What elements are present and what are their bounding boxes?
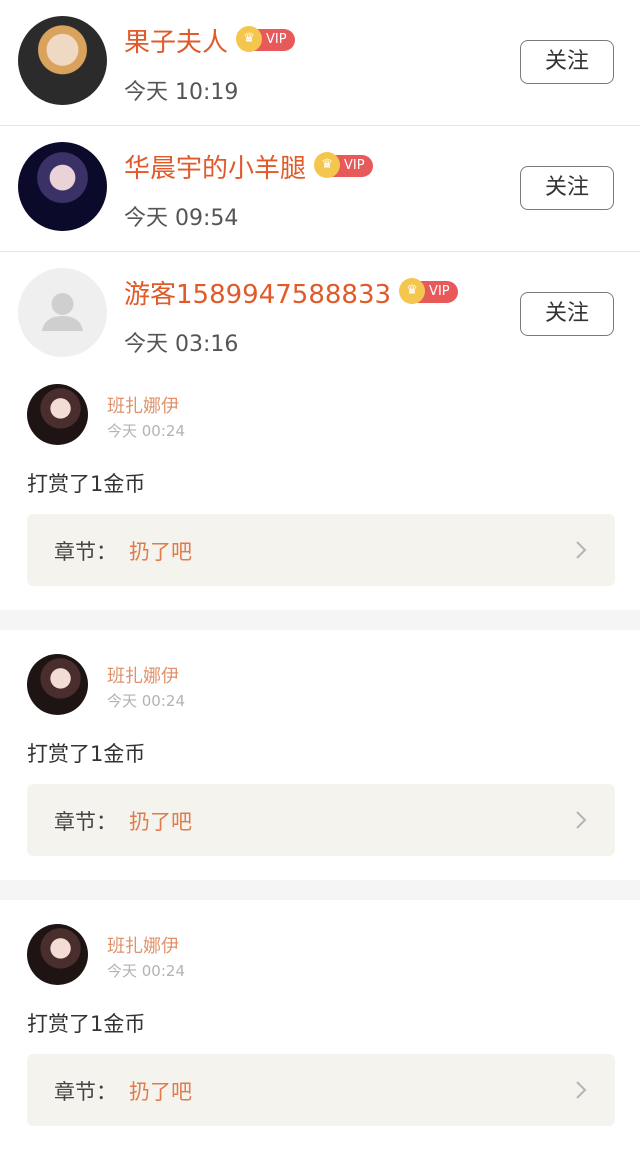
- follow-button[interactable]: 关注: [520, 292, 614, 336]
- username-text: 游客1589947588833: [124, 280, 392, 310]
- avatar[interactable]: [18, 142, 107, 231]
- avatar[interactable]: [18, 16, 107, 105]
- avatar[interactable]: [27, 924, 88, 985]
- username: 华晨宇的小羊腿 ♛ VIP: [124, 148, 373, 185]
- reward-list: 班扎娜伊 今天 00:24 打赏了1金币 章节： 扔了吧 班扎娜伊 今天 00:…: [0, 360, 640, 1150]
- follow-time: 今天 10:19: [124, 80, 239, 105]
- follow-time: 今天 09:54: [124, 206, 239, 231]
- divider: [0, 610, 640, 630]
- follow-time: 今天 03:16: [124, 332, 239, 357]
- username: 游客1589947588833 ♛ VIP: [124, 274, 458, 311]
- username-text: 华晨宇的小羊腿: [124, 154, 307, 184]
- chapter-label: 章节：: [54, 540, 117, 564]
- follower-list: 果子夫人 ♛ VIP 今天 10:19 关注 华晨宇的小羊腿 ♛ VIP 今天 09:5…: [0, 0, 640, 360]
- reward-username[interactable]: 班扎娜伊: [107, 662, 179, 688]
- chapter-label: 章节：: [54, 810, 117, 834]
- reward-username[interactable]: 班扎娜伊: [107, 932, 179, 958]
- chapter-link[interactable]: 章节： 扔了吧: [27, 514, 615, 586]
- chevron-right-icon: [576, 541, 587, 559]
- username-text: 果子夫人: [124, 28, 229, 58]
- crown-icon: ♛: [236, 25, 263, 52]
- reward-card: 班扎娜伊 今天 00:24 打赏了1金币 章节： 扔了吧: [0, 360, 640, 610]
- reward-time: 今天 00:24: [107, 422, 185, 440]
- follower-row[interactable]: 华晨宇的小羊腿 ♛ VIP 今天 09:54 关注: [0, 126, 640, 252]
- vip-label: VIP: [429, 283, 450, 299]
- user-placeholder-icon: [42, 293, 83, 331]
- vip-label: VIP: [344, 157, 365, 173]
- chapter-title: 扔了吧: [129, 810, 192, 834]
- chevron-right-icon: [576, 1081, 587, 1099]
- reward-time: 今天 00:24: [107, 962, 185, 980]
- follow-button[interactable]: 关注: [520, 40, 614, 84]
- reward-card: 班扎娜伊 今天 00:24 打赏了1金币 章节： 扔了吧: [0, 900, 640, 1150]
- follow-button[interactable]: 关注: [520, 166, 614, 210]
- chapter-label: 章节：: [54, 1080, 117, 1104]
- reward-content: 打赏了1金币: [27, 1012, 146, 1036]
- avatar[interactable]: [27, 384, 88, 445]
- vip-label: VIP: [266, 31, 287, 47]
- username: 果子夫人 ♛ VIP: [124, 22, 295, 59]
- chapter-link[interactable]: 章节： 扔了吧: [27, 1054, 615, 1126]
- reward-card: 班扎娜伊 今天 00:24 打赏了1金币 章节： 扔了吧: [0, 630, 640, 880]
- chapter-link[interactable]: 章节： 扔了吧: [27, 784, 615, 856]
- reward-content: 打赏了1金币: [27, 472, 146, 496]
- vip-badge: ♛ VIP: [236, 25, 295, 52]
- vip-badge: ♛ VIP: [399, 277, 458, 304]
- chapter-title: 扔了吧: [129, 540, 192, 564]
- chevron-right-icon: [576, 811, 587, 829]
- reward-time: 今天 00:24: [107, 692, 185, 710]
- crown-icon: ♛: [314, 151, 341, 178]
- crown-icon: ♛: [399, 277, 426, 304]
- guest-avatar[interactable]: [18, 268, 107, 357]
- follower-row[interactable]: 游客1589947588833 ♛ VIP 今天 03:16 关注: [0, 252, 640, 360]
- follower-row[interactable]: 果子夫人 ♛ VIP 今天 10:19 关注: [0, 0, 640, 126]
- avatar[interactable]: [27, 654, 88, 715]
- reward-username[interactable]: 班扎娜伊: [107, 392, 179, 418]
- divider: [0, 880, 640, 900]
- vip-badge: ♛ VIP: [314, 151, 373, 178]
- reward-content: 打赏了1金币: [27, 742, 146, 766]
- chapter-title: 扔了吧: [129, 1080, 192, 1104]
